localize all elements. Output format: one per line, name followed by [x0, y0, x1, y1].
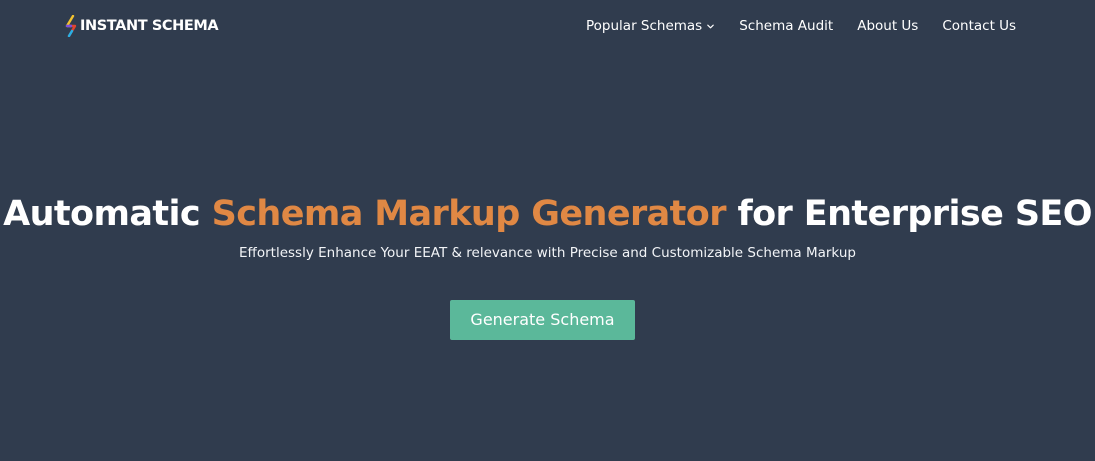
hero-title: Automatic Schema Markup Generator for En… — [0, 190, 1095, 238]
hero-subtitle: Effortlessly Enhance Your EEAT & relevan… — [239, 245, 856, 261]
brand-name: INSTANT SCHEMA — [80, 18, 219, 34]
hero-title-after: for Enterprise SEO — [725, 194, 1092, 234]
lightning-bolt-icon — [65, 15, 77, 37]
hero-title-before: Automatic — [3, 194, 212, 234]
nav-about-us[interactable]: About Us — [857, 18, 918, 34]
hero-title-accent: Schema Markup Generator — [211, 194, 727, 234]
generate-schema-button[interactable]: Generate Schema — [450, 300, 635, 340]
main-nav: Popular Schemas Schema Audit About Us Co… — [586, 16, 1016, 36]
nav-popular-schemas[interactable]: Popular Schemas — [586, 18, 715, 34]
nav-schema-audit[interactable]: Schema Audit — [739, 18, 833, 34]
nav-contact-us[interactable]: Contact Us — [942, 18, 1016, 34]
nav-popular-schemas-label: Popular Schemas — [586, 18, 703, 34]
brand-logo[interactable]: INSTANT SCHEMA — [64, 15, 219, 37]
site-header: INSTANT SCHEMA Popular Schemas Schema Au… — [0, 0, 1095, 52]
chevron-down-icon — [707, 24, 715, 28]
